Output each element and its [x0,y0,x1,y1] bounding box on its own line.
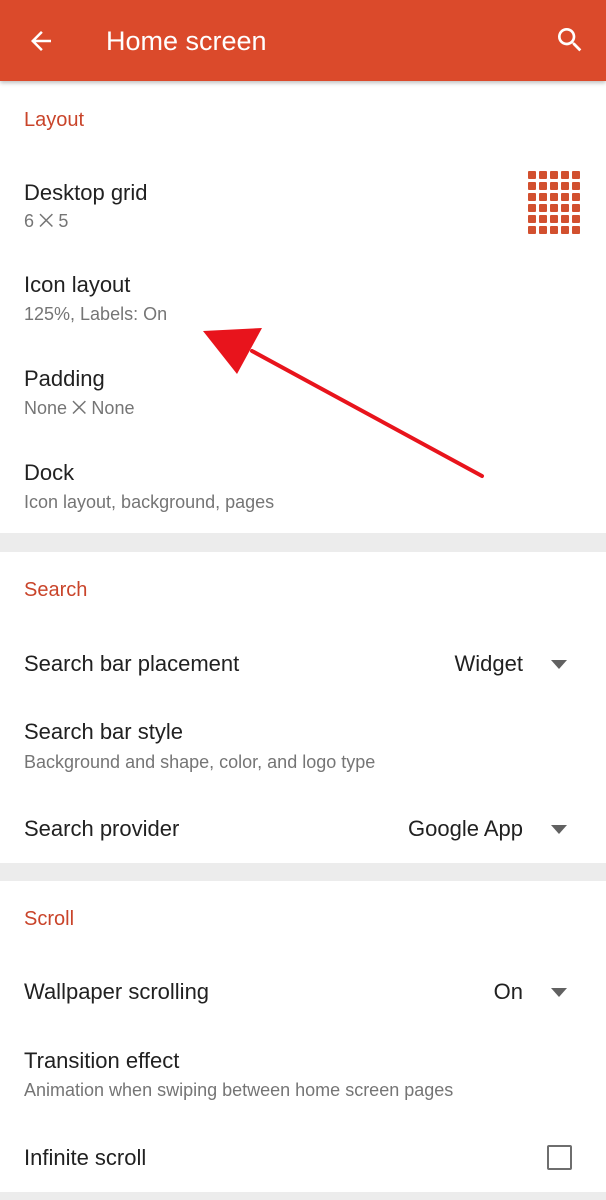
search-bar-style-row[interactable]: Search bar style Background and shape, c… [0,702,606,788]
infinite-scroll-row[interactable]: Infinite scroll [0,1127,606,1191]
padding-subtitle: None ⨉ None [24,398,135,418]
infinite-scroll-title: Infinite scroll [24,1145,147,1170]
search-bar-placement-title: Search bar placement [24,651,240,676]
search-bar-style-title: Search bar style [24,719,183,744]
wallpaper-scrolling-title: Wallpaper scrolling [24,979,210,1004]
search-provider-row[interactable]: Search provider Google App [0,798,606,862]
page-title: Home screen [106,26,267,56]
desktop-grid-row[interactable]: Desktop grid 6 ⨉ 5 [0,167,606,257]
infinite-scroll-checkbox[interactable] [547,1145,572,1170]
app-bar: Home screen [0,0,606,81]
dock-subtitle: Icon layout, background, pages [24,492,275,512]
dropdown-arrow-icon[interactable] [551,660,567,670]
search-bar-placement-value[interactable]: Widget [455,650,523,678]
section-header-scroll: Scroll [24,908,75,930]
search-section: Search Search bar placement Widget Searc… [0,552,606,863]
transition-effect-subtitle: Animation when swiping between home scre… [24,1080,454,1100]
transition-effect-row[interactable]: Transition effect Animation when swiping… [0,1031,606,1117]
icon-layout-subtitle: 125%, Labels: On [24,304,168,324]
scroll-section: Scroll Wallpaper scrolling On Transition… [0,881,606,1192]
search-bar-style-subtitle: Background and shape, color, and logo ty… [24,752,376,772]
dock-title: Dock [24,460,75,485]
search-bar-placement-row[interactable]: Search bar placement Widget [0,632,606,696]
search-icon[interactable] [554,24,586,56]
padding-title: Padding [24,366,105,391]
search-provider-value[interactable]: Google App [408,815,523,843]
transition-effect-title: Transition effect [24,1048,180,1073]
desktop-grid-subtitle: 6 ⨉ 5 [24,211,69,231]
icon-layout-title: Icon layout [24,272,131,297]
section-header-layout: Layout [24,109,85,131]
icon-layout-row[interactable]: Icon layout 125%, Labels: On [0,261,606,351]
grid-icon [528,171,580,237]
dropdown-arrow-icon[interactable] [551,988,567,998]
layout-section: Layout Desktop grid 6 ⨉ 5 Icon layout 12… [0,81,606,533]
wallpaper-scrolling-value[interactable]: On [494,978,523,1006]
padding-row[interactable]: Padding None ⨉ None [0,355,606,445]
wallpaper-scrolling-row[interactable]: Wallpaper scrolling On [0,961,606,1025]
section-header-search: Search [24,579,88,601]
desktop-grid-title: Desktop grid [24,180,148,205]
search-provider-title: Search provider [24,816,180,841]
dock-row[interactable]: Dock Icon layout, background, pages [0,449,606,533]
arrow-back-icon[interactable] [26,26,56,56]
dropdown-arrow-icon[interactable] [551,825,567,835]
